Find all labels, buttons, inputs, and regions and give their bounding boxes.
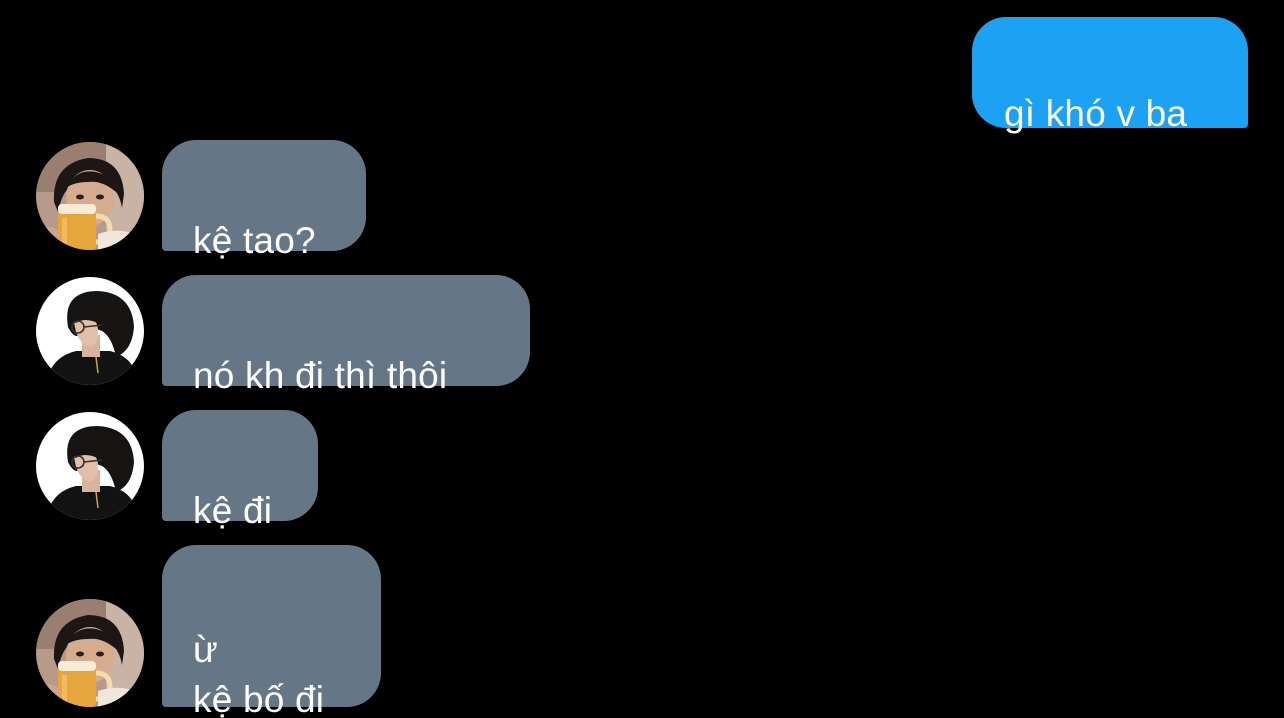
person-profile-glasses-avatar-icon — [36, 277, 144, 385]
message-bubble-outgoing[interactable]: gì khó v ba — [972, 17, 1248, 134]
message-bubble-incoming[interactable]: kệ tao? — [162, 140, 366, 261]
person-profile-glasses-avatar-icon — [36, 412, 144, 520]
sender-avatar-profile[interactable] — [36, 277, 144, 385]
message-text: nó kh đi thì thôi — [193, 355, 448, 396]
sender-avatar-beer[interactable] — [36, 142, 144, 250]
person-drinking-beer-avatar-icon — [36, 599, 144, 707]
message-bubble-incoming[interactable]: kệ đi — [162, 410, 318, 531]
sender-avatar-beer[interactable] — [36, 599, 144, 707]
sender-avatar-profile[interactable] — [36, 412, 144, 520]
chat-thread: gì khó v ba kệ tao? nó kh đi thì thôi kệ… — [0, 0, 1284, 718]
message-text: kệ tao? — [193, 220, 316, 261]
message-bubble-incoming[interactable]: ừ kệ bố đi — [162, 545, 381, 718]
message-text: ừ kệ bố đi — [193, 629, 325, 718]
person-drinking-beer-avatar-icon — [36, 142, 144, 250]
message-bubble-incoming[interactable]: nó kh đi thì thôi — [162, 275, 530, 396]
message-text: gì khó v ba — [1004, 93, 1188, 134]
message-text: kệ đi — [193, 490, 273, 531]
